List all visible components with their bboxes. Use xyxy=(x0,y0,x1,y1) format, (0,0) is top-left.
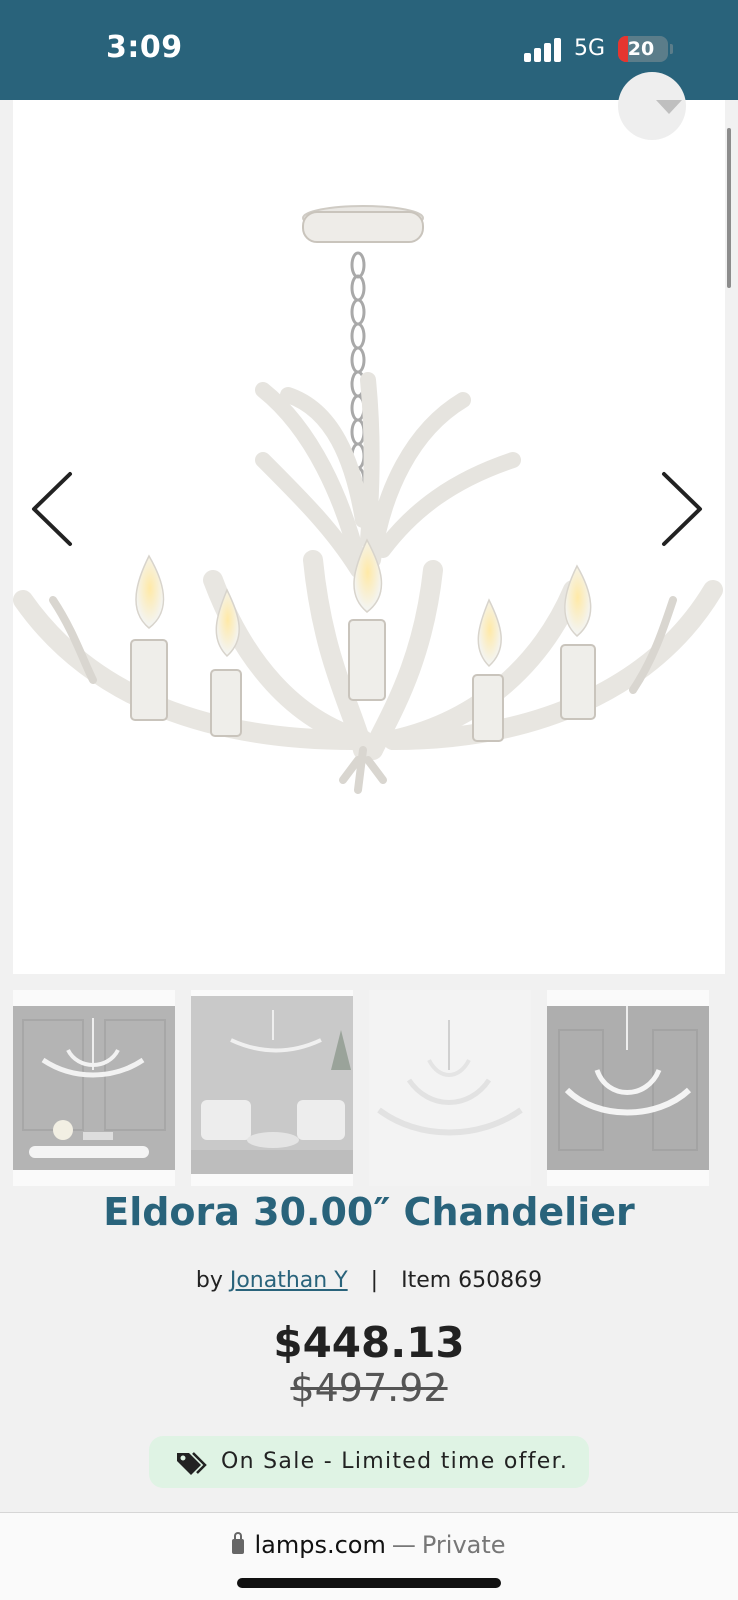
chandelier-image xyxy=(13,205,723,794)
byline-divider: | xyxy=(370,1268,379,1293)
chevron-left-icon[interactable] xyxy=(30,470,74,548)
network-type: 5G xyxy=(574,36,606,61)
sale-banner: On Sale - Limited time offer. xyxy=(149,1436,589,1488)
status-time: 3:09 xyxy=(106,30,183,65)
battery-level: 20 xyxy=(627,38,655,60)
product-image[interactable] xyxy=(13,100,725,974)
tag-icon xyxy=(177,1452,207,1475)
brand-link[interactable]: Jonathan Y xyxy=(230,1268,348,1293)
private-label: Private xyxy=(421,1531,506,1559)
product-title: Eldora 30.00″ Chandelier xyxy=(103,1190,635,1234)
heart-icon xyxy=(656,100,682,114)
item-number: Item 650869 xyxy=(401,1268,543,1293)
thumbnail-dining-room[interactable] xyxy=(13,990,175,1186)
sale-price: $448.13 xyxy=(273,1318,465,1367)
url-domain: lamps.com xyxy=(254,1531,386,1559)
by-label: by xyxy=(195,1268,223,1293)
scrollbar[interactable] xyxy=(727,128,731,288)
battery-nub xyxy=(670,44,673,54)
url-row: lamps.com — Private xyxy=(0,1531,738,1559)
home-indicator[interactable] xyxy=(237,1578,501,1588)
thumbnail-product-white[interactable] xyxy=(369,990,531,1186)
sale-text: On Sale - Limited time offer. xyxy=(221,1449,569,1474)
url-separator: — xyxy=(391,1531,416,1559)
thumbnail-product-gray[interactable] xyxy=(547,990,709,1186)
battery-icon: 20 xyxy=(618,36,668,62)
chevron-right-icon[interactable] xyxy=(660,470,704,548)
original-price: $497.92 xyxy=(290,1366,448,1410)
thumbnail-living-room[interactable] xyxy=(191,990,353,1186)
product-byline: by Jonathan Y | Item 650869 xyxy=(0,1268,738,1293)
signal-strength-icon xyxy=(524,38,562,62)
lock-icon xyxy=(232,1532,245,1554)
